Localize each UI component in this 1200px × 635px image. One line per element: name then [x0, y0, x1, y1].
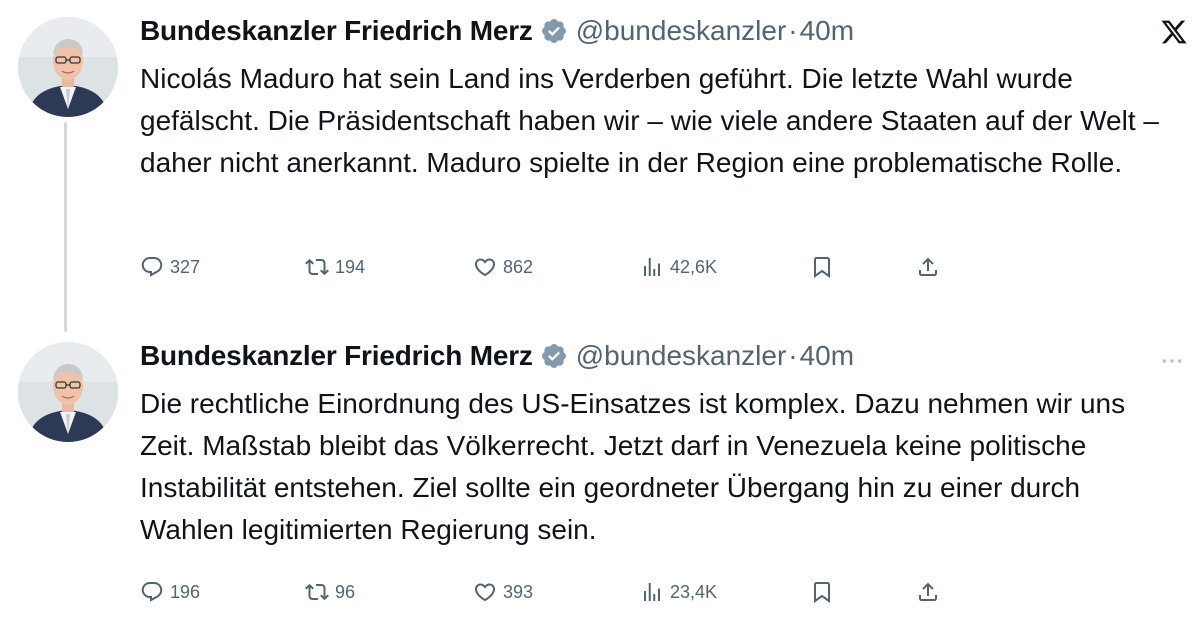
tweet-actions: 196 96 393 23,4K [140, 577, 960, 607]
tweet-text: Die rechtliche Einordnung des US-Einsatz… [140, 388, 1126, 545]
retweet-icon [305, 583, 329, 601]
bookmark-icon [814, 257, 830, 278]
retweet-count: 194 [335, 256, 366, 277]
verified-badge-icon[interactable] [540, 342, 568, 370]
views-button[interactable]: 42,6K [640, 252, 717, 282]
retweet-button[interactable]: 194 [305, 252, 365, 282]
bookmark-icon [814, 582, 830, 603]
bookmark-button[interactable] [810, 252, 834, 282]
reply-icon [141, 257, 163, 277]
bookmark-button[interactable] [810, 577, 834, 607]
tweet-text: Nicolás Maduro hat sein Land ins Verderb… [140, 63, 1159, 178]
share-button[interactable] [916, 577, 940, 607]
author-handle[interactable]: @bundeskanzler [576, 15, 787, 47]
heart-icon [474, 258, 496, 277]
separator-dot: · [788, 15, 798, 46]
display-name[interactable]: Bundeskanzler Friedrich Merz [140, 340, 533, 372]
avatar[interactable] [18, 342, 118, 442]
more-icon[interactable] [1152, 343, 1192, 379]
like-count: 862 [503, 256, 534, 277]
like-button[interactable]: 393 [473, 577, 533, 607]
display-name[interactable]: Bundeskanzler Friedrich Merz [140, 15, 533, 47]
x-logo-icon [1154, 14, 1194, 50]
separator-dot: · [788, 340, 798, 371]
tweet-header: Bundeskanzler Friedrich Merz @bundeskanz… [140, 13, 854, 49]
like-button[interactable]: 862 [473, 252, 533, 282]
reply-count: 327 [170, 256, 201, 277]
share-icon [919, 257, 937, 276]
reply-button[interactable]: 196 [140, 577, 200, 607]
views-count: 23,4K [670, 581, 718, 602]
views-chart-icon [644, 583, 660, 601]
thread-connector-line [64, 122, 67, 332]
avatar[interactable] [18, 17, 118, 117]
retweet-button[interactable]: 96 [305, 577, 355, 607]
share-icon [919, 582, 937, 601]
timestamp[interactable]: 40m [800, 15, 854, 47]
views-button[interactable]: 23,4K [640, 577, 717, 607]
author-handle[interactable]: @bundeskanzler [576, 340, 787, 372]
share-button[interactable] [916, 252, 940, 282]
tweet-header: Bundeskanzler Friedrich Merz @bundeskanz… [140, 338, 854, 374]
reply-icon [141, 582, 163, 602]
reply-count: 196 [170, 581, 201, 602]
reply-button[interactable]: 327 [140, 252, 200, 282]
views-chart-icon [644, 258, 660, 276]
timestamp[interactable]: 40m [800, 340, 854, 372]
verified-badge-icon[interactable] [540, 17, 568, 45]
views-count: 42,6K [670, 256, 718, 277]
retweet-icon [305, 258, 329, 276]
retweet-count: 96 [335, 581, 356, 602]
tweet-actions: 327 194 862 42,6K [140, 252, 960, 282]
like-count: 393 [503, 581, 534, 602]
heart-icon [474, 583, 496, 602]
